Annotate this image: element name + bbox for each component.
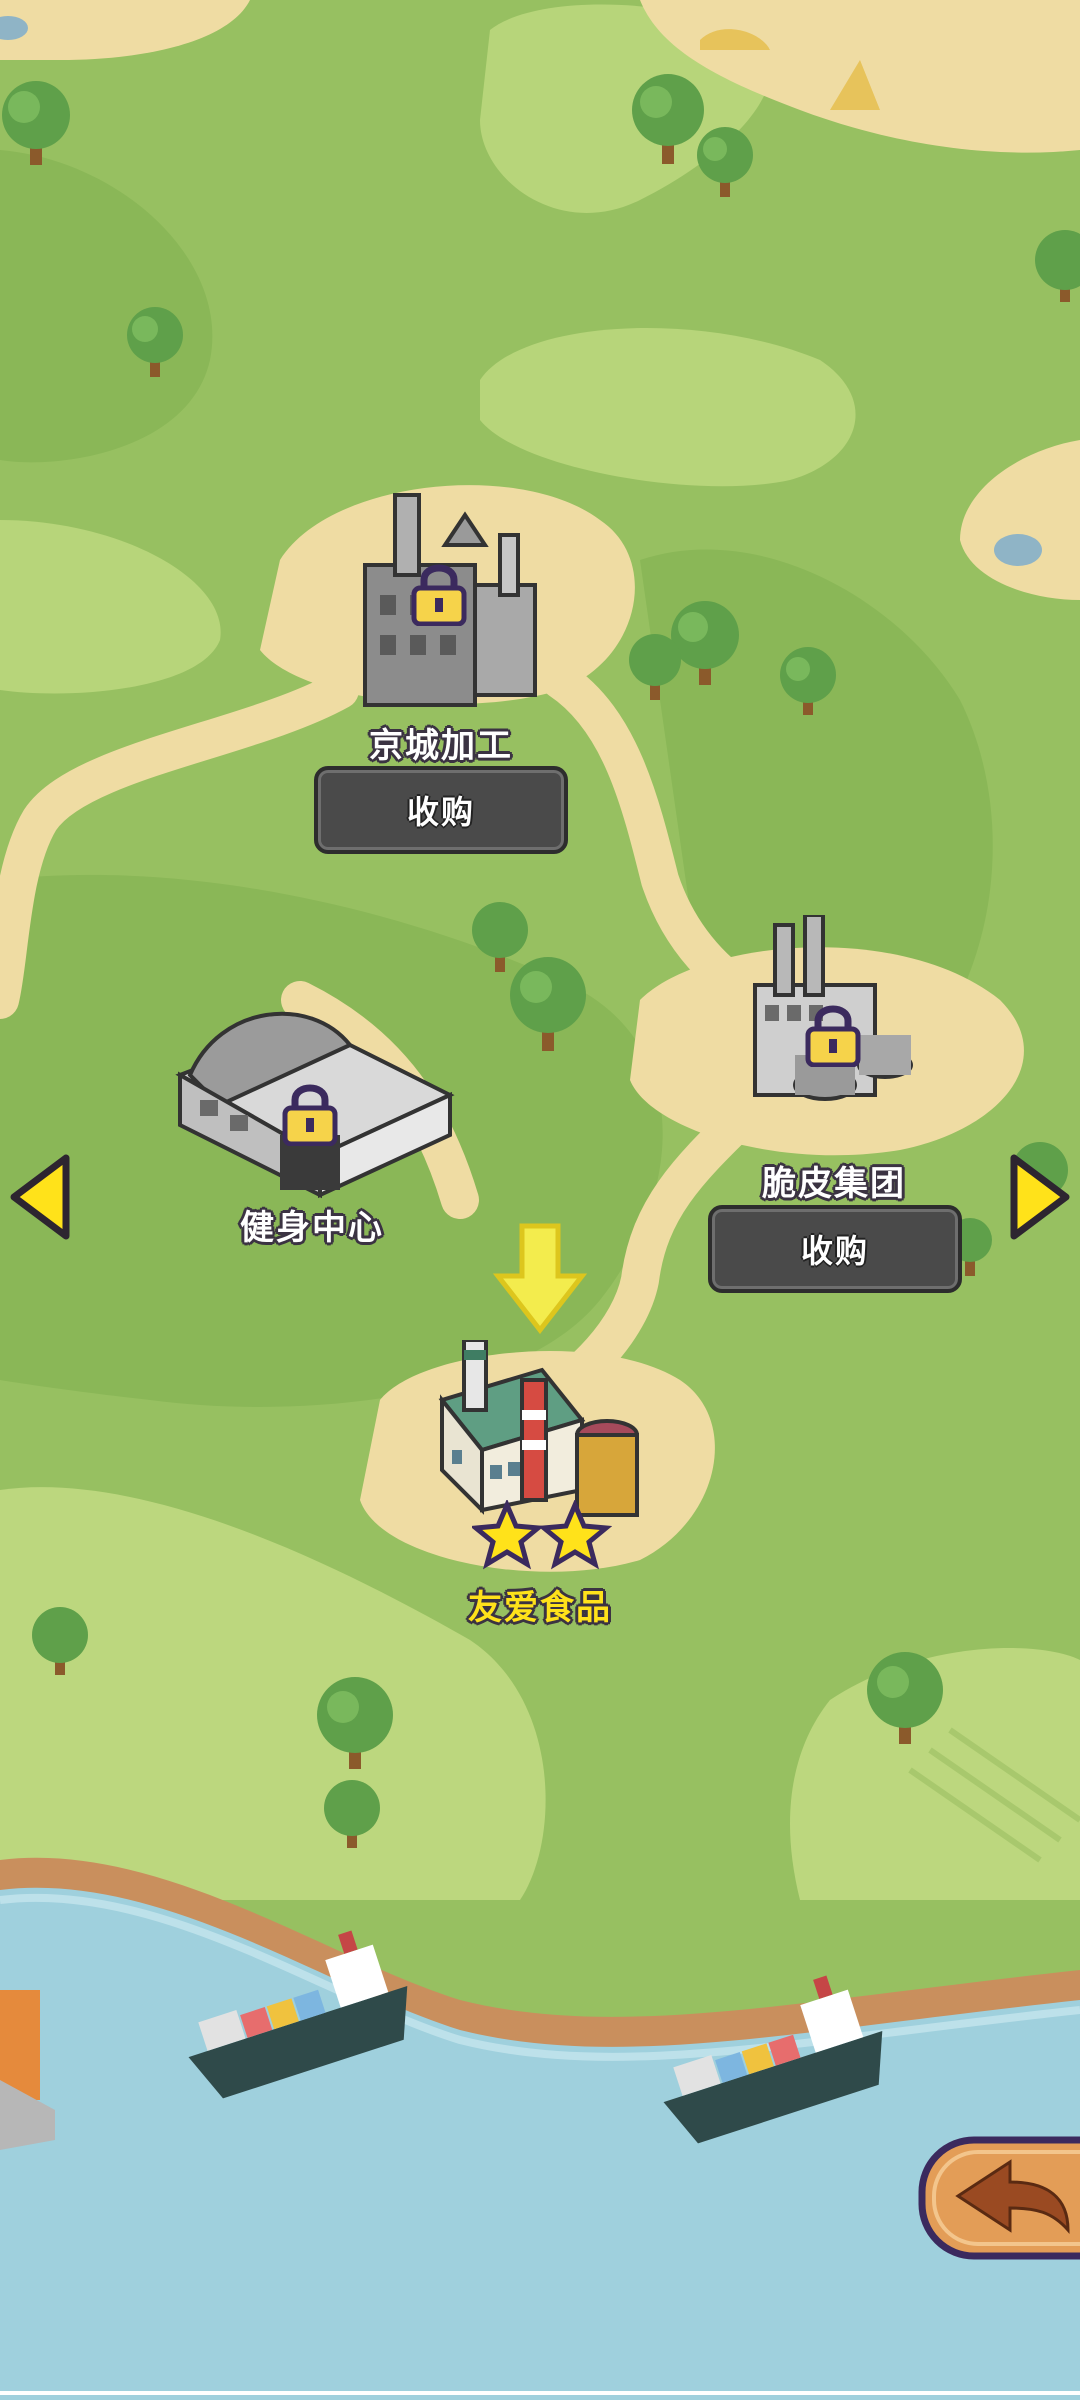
rating-stars bbox=[472, 1500, 612, 1570]
lock-icon bbox=[411, 564, 467, 626]
arrow-left-icon[interactable] bbox=[6, 1152, 76, 1242]
down-arrow-indicator-icon bbox=[492, 1223, 588, 1334]
back-button[interactable] bbox=[918, 2136, 1080, 2260]
building-name-label: 脆皮集团 bbox=[762, 1164, 906, 1204]
lock-icon bbox=[805, 1005, 861, 1067]
building-name-label: 健身中心 bbox=[240, 1208, 384, 1248]
acquire-button[interactable]: 收购 bbox=[314, 766, 568, 854]
lock-icon bbox=[282, 1084, 338, 1146]
star-icon bbox=[472, 1500, 545, 1570]
building-name-label: 京城加工 bbox=[369, 726, 513, 766]
building-name-label: 友爱食品 bbox=[468, 1588, 612, 1628]
arrow-right-icon[interactable] bbox=[1004, 1152, 1074, 1242]
acquire-button[interactable]: 收购 bbox=[708, 1205, 962, 1293]
star-icon bbox=[537, 1500, 612, 1570]
